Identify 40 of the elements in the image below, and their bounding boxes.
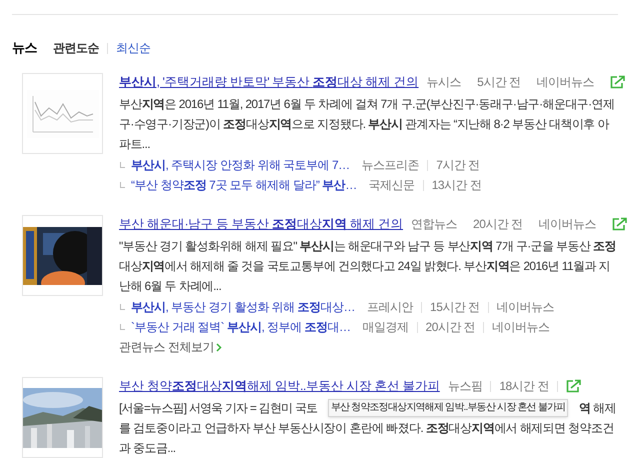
news-source: 국제신문 (368, 177, 415, 194)
article-snippet: 부산지역은 2016년 11월, 2017년 6월 두 차례에 걸쳐 7개 구.군(부산진구·동래구·남구·해운대구·연제구·수영구·기장군)이 조정대상지역으로 지정됐다. 부산시 관계자는 “지난해 8·2 부동산 대책이후 아파트... (119, 96, 616, 153)
article-snippet: 역 해제 (579, 400, 616, 417)
related-news-link[interactable]: 부산시, 부동산 경기 활성화 위해 조정대상… (131, 298, 356, 316)
branch-icon (120, 182, 125, 188)
branch-icon (120, 162, 125, 168)
share-icon[interactable] (566, 379, 582, 393)
chevron-right-icon (216, 342, 222, 352)
tooltip: 부산 청약조정대상지역해제 임박..부동산 시장 혼선 불가피 (328, 399, 568, 417)
news-time: 20시간 전 (426, 319, 476, 336)
news-source: 프레시안 (367, 299, 414, 316)
news-source: 뉴시스 (426, 74, 462, 91)
section-title: 뉴스 (12, 39, 37, 58)
news-time: 15시간 전 (430, 299, 480, 316)
sort-option[interactable]: 최신순 (116, 39, 150, 57)
news-source: 뉴스프리존 (362, 157, 420, 174)
naver-news-link[interactable]: 네이버뉴스 (496, 298, 554, 316)
article-snippet: [서울=뉴스핌] 서영욱 기자 = 김현미 국토 (119, 400, 318, 417)
related-news-link[interactable]: “부산 청약조정 7곳 모두 해제해 달라” 부산… (131, 176, 357, 194)
naver-news-link[interactable]: 네이버뉴스 (492, 318, 550, 336)
article-snippet: "부동산 경기 활성화위해 해제 필요" 부산시는 해운대구와 남구 등 부산지역 7개 구·군을 부동산 조정대상지역에서 해제해 줄 것을 국토교통부에 건의했다고 24일 밝혔다. 부산지역은 2016년 11월과 지난해 6월 두 차례에... (119, 238, 616, 295)
news-time: 20시간 전 (473, 216, 523, 233)
branch-icon (120, 324, 125, 330)
sort-option[interactable]: 관련도순 (53, 39, 99, 57)
more-related-link[interactable]: 관련뉴스 전체보기 (119, 337, 222, 357)
news-time: 13시간 전 (432, 177, 482, 194)
related-news-link[interactable]: `부동산 거래 절벽` 부산시, 정부에 조정대… (131, 318, 351, 336)
share-icon[interactable] (612, 217, 628, 231)
naver-news-link[interactable]: 네이버뉴스 (536, 73, 594, 91)
news-time: 5시간 전 (477, 74, 521, 91)
news-time: 18시간 전 (499, 378, 550, 395)
news-source: 뉴스핌 (448, 378, 482, 395)
naver-news-link[interactable]: 네이버뉴스 (538, 215, 596, 233)
share-icon[interactable] (610, 75, 626, 89)
news-source: 연합뉴스 (411, 216, 458, 233)
news-time: 7시간 전 (436, 157, 480, 174)
article-snippet: 를 검토중이라고 언급하자 부산 부동산시장이 혼란에 빠졌다. 조정대상지역에서 해제되면 청약조건과 중도금... (119, 420, 615, 457)
branch-icon (120, 304, 125, 310)
related-news-link[interactable]: 부산시, 주택시장 안정화 위해 국토부에 7… (131, 156, 350, 174)
news-source: 매일경제 (362, 319, 409, 336)
